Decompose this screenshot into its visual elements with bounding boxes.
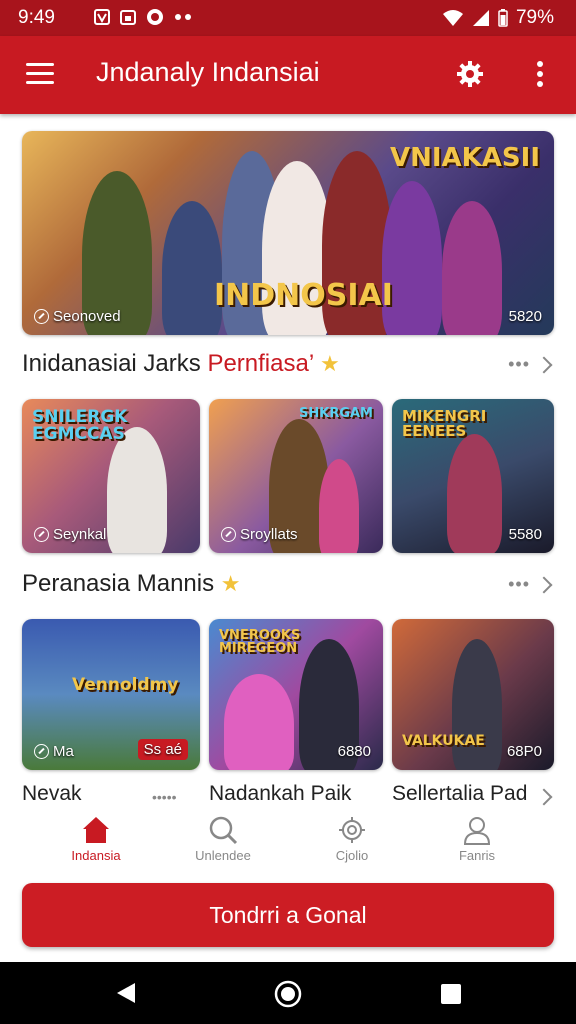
wifi-icon [442,10,463,26]
hero-count: 5820 [508,308,542,325]
home-icon [83,817,109,843]
game-card[interactable]: Vennoldmy Ma Ss aé [22,619,200,770]
chevron-right-icon [535,576,553,593]
notification-dots-icon [175,14,191,20]
tab-search[interactable]: Unlendee [173,814,273,863]
card-art-text: SNILERGK EGMCCAS [32,407,128,444]
tab-label: Indansia [71,848,121,863]
card-art-text: VALKUKAE [402,733,485,749]
battery-percent: 79% [515,7,554,28]
chevron-right-icon [535,356,553,373]
person-icon [463,817,491,845]
card-badge: Ss aé [137,739,188,760]
battery-icon [498,9,508,27]
card-figure [319,459,359,553]
tab-label: Unlendee [195,848,251,863]
card-art-text: Vennoldmy [72,675,179,695]
tab-label: Cjolio [335,848,369,863]
card-label: Nadankah Paik [209,782,352,805]
game-card[interactable]: VALKUKAE 68P0 [392,619,554,770]
card-count: 68P0 [506,743,542,760]
fan-icon [221,527,236,542]
app-bar: Jndanaly Indansiai [0,36,576,114]
gear-icon[interactable] [456,60,484,88]
game-card[interactable]: VNEROOKS MIREGEON 6880 [209,619,383,770]
card-label: Nevak [22,782,82,805]
card-figure [107,427,167,553]
menu-icon[interactable] [26,63,54,85]
section-2-more-dots: ••• [508,574,530,594]
card-art-text: SHKRGAM [299,406,373,421]
bottom-tab-bar: Indansia Unlendee Cjolio Fanris [0,806,576,872]
card-count: 5580 [508,526,542,543]
status-right: 79% [442,7,554,29]
hero-art-subtitle: INDNOSIAI [214,278,393,313]
hero-art-title: VNIAKASII [389,143,540,173]
home-button-icon[interactable] [274,980,302,1008]
section-2-more[interactable]: ••• [508,574,553,595]
card-caption: Ma [34,743,74,760]
card-art-text: VNEROOKS MIREGEON [219,628,301,656]
card-caption: Sroyllats [221,526,298,543]
star-icon: ★ [319,351,340,376]
star-icon: ★ [220,571,241,596]
tab-profile[interactable]: Fanris [427,814,527,863]
game-card[interactable]: SNILERGK EGMCCAS Seynkal [22,399,200,553]
app-title: Jndanaly Indansiai [96,57,320,87]
section-1-more-dots: ••• [508,354,530,374]
notification-v-icon [94,9,110,25]
fan-icon [34,527,49,542]
notification-calendar-icon [120,10,136,25]
card-figure [224,674,294,770]
card-art-text: MIKENGRI EENEES [402,407,487,440]
signal-icon [472,10,489,26]
fan-icon [34,309,49,324]
card-caption-text: Sroyllats [240,526,298,543]
hero-caption: Seonoved [34,308,121,325]
system-nav-bar [0,962,576,1024]
hero-banner[interactable]: VNIAKASII INDNOSIAI Seonoved 5820 [22,131,554,335]
section-2-title-text: Peranasia Mannis [22,570,215,597]
card-label-more[interactable]: ••••• [152,789,177,805]
hero-figure [442,201,502,335]
section-2-title: Peranasia Mannis ★ [22,570,241,598]
card-caption-text: Ma [53,743,74,760]
section-1-more[interactable]: ••• [508,354,553,375]
gear-outline-icon [339,817,365,843]
hero-caption-text: Seonoved [53,308,121,325]
hero-figure [162,201,222,335]
status-time: 9:49 [18,7,55,28]
status-bar: 9:49 79% [0,0,576,36]
section-1-title: Inidanasiai Jarks Pernfiasa’ ★ [22,350,340,378]
game-card[interactable]: SHKRGAM Sroyllats [209,399,383,553]
tab-home[interactable]: Indansia [46,814,146,863]
card-figure [452,639,502,770]
section-1-title-red: Pernfiasa’ [207,350,314,377]
game-card[interactable]: MIKENGRI EENEES 5580 [392,399,554,553]
card-label: Sellertalia Pad [392,782,528,805]
tab-settings[interactable]: Cjolio [302,814,402,863]
more-vert-icon[interactable] [535,60,545,88]
chevron-right-icon[interactable] [535,788,553,806]
search-icon [209,816,238,845]
primary-action-button[interactable]: Tondrri a Gonal [22,883,554,947]
status-notification-icons [94,8,194,26]
section-1-title-dark: Inidanasiai Jarks [22,350,201,377]
tab-label: Fanris [458,848,496,863]
back-icon[interactable] [114,981,138,1005]
card-caption-text: Seynkal [53,526,107,543]
card-caption: Seynkal [34,526,106,543]
card-figure [447,434,502,553]
notification-circle-icon [147,9,163,25]
card-count: 6880 [337,743,371,760]
recents-icon[interactable] [440,983,462,1005]
fan-icon [34,744,49,759]
